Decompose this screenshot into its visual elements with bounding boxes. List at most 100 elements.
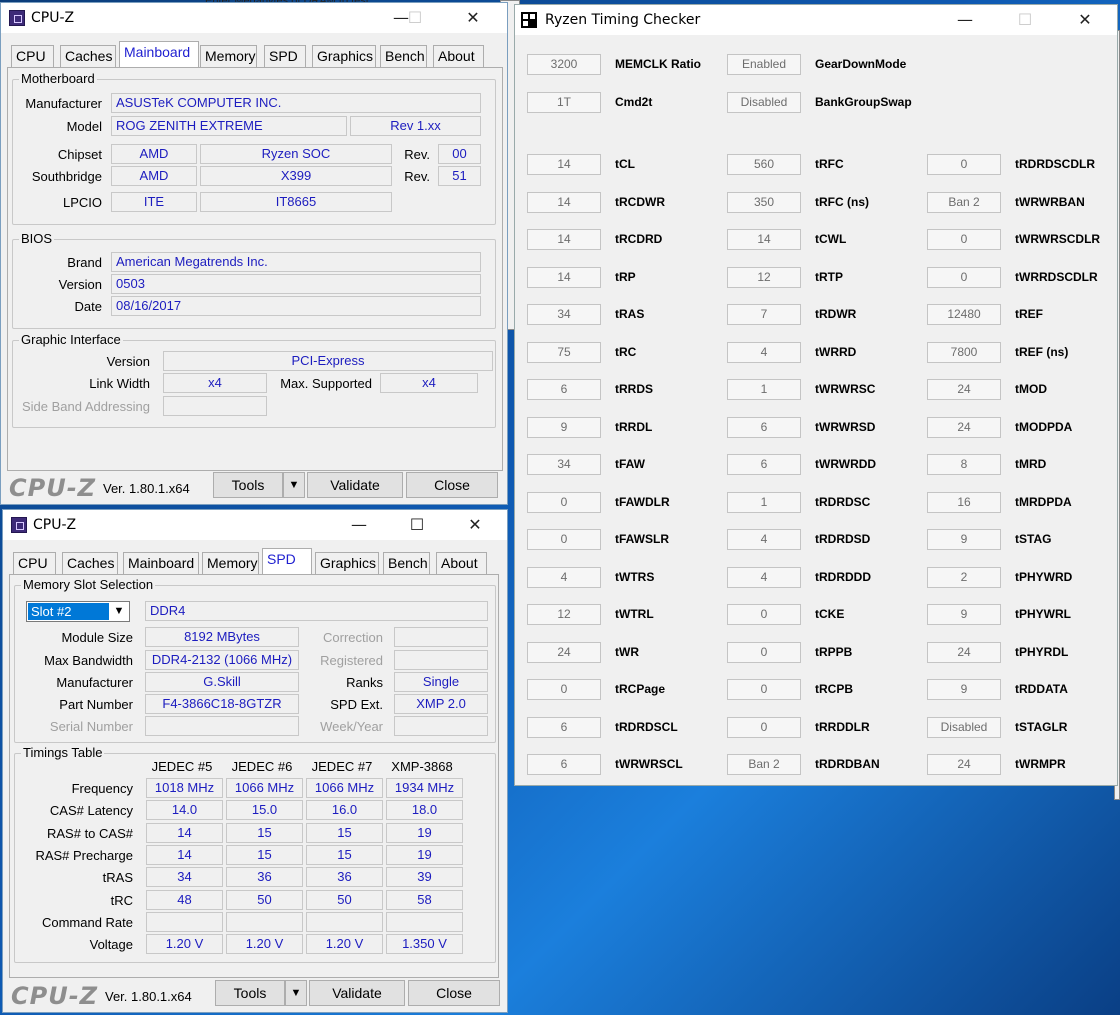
southbridge-rev-value: 51 bbox=[438, 166, 481, 186]
timing-value-box: 14 bbox=[527, 191, 601, 213]
ranks-label: Ranks bbox=[346, 675, 383, 690]
cpuz-window-spd: CPU-Z — ☐ ✕ CPU Caches Mainboard Memory … bbox=[2, 509, 508, 1013]
maximize-icon[interactable]: ☐ bbox=[1005, 9, 1045, 31]
chipset-rev-value: 00 bbox=[438, 144, 481, 164]
timing-value-box: 560 bbox=[727, 154, 801, 175]
timing-label: MEMCLK Ratio bbox=[615, 57, 701, 71]
manufacturer-label: Manufacturer bbox=[56, 675, 133, 690]
timing-value-box: 6 bbox=[527, 716, 601, 738]
tab-caches[interactable]: Caches bbox=[60, 45, 116, 67]
timing-label: tRDWR bbox=[815, 307, 857, 321]
timings-cell bbox=[146, 911, 223, 932]
title-bar[interactable]: Ryzen Timing Checker — ☐ ✕ bbox=[515, 5, 1117, 35]
tools-dropdown-arrow-icon[interactable]: ▼ bbox=[285, 980, 307, 1006]
timings-cell: 15 bbox=[226, 844, 303, 865]
module-size-label: Module Size bbox=[61, 630, 133, 645]
tab-memory[interactable]: Memory bbox=[200, 45, 257, 67]
timing-value-box: 4 bbox=[727, 341, 801, 363]
correction-label: Correction bbox=[323, 630, 383, 645]
close-button[interactable]: Close bbox=[406, 472, 498, 498]
timing-value-box: 7 bbox=[727, 304, 801, 325]
tab-spd[interactable]: SPD bbox=[264, 45, 306, 67]
max-supported-value: x4 bbox=[380, 373, 478, 393]
timings-column-header: XMP-3868 bbox=[391, 759, 453, 774]
timings-table-group-label: Timings Table bbox=[21, 745, 105, 760]
module-size-value: 8192 MBytes bbox=[145, 627, 299, 647]
timing-value-box: 0 bbox=[527, 529, 601, 550]
tab-caches[interactable]: Caches bbox=[62, 552, 118, 574]
title-bar[interactable]: CPU-Z — ☐ ✕ bbox=[1, 3, 507, 33]
timing-label: tWRRDSCDLR bbox=[1015, 269, 1098, 284]
bios-brand-label: Brand bbox=[67, 255, 102, 270]
validate-button[interactable]: Validate bbox=[307, 472, 403, 498]
timings-row-label: CAS# Latency bbox=[49, 803, 133, 819]
graphic-interface-group-label: Graphic Interface bbox=[19, 332, 123, 347]
close-icon[interactable]: ✕ bbox=[1065, 9, 1105, 31]
timing-value-box: 2 bbox=[927, 566, 1001, 588]
tab-cpu[interactable]: CPU bbox=[13, 552, 56, 574]
link-width-value: x4 bbox=[163, 373, 267, 393]
close-icon[interactable]: ✕ bbox=[455, 514, 495, 536]
tab-spd[interactable]: SPD bbox=[262, 548, 312, 576]
tab-about[interactable]: About bbox=[433, 45, 484, 67]
timing-value-box: 34 bbox=[527, 454, 601, 475]
tab-cpu[interactable]: CPU bbox=[11, 45, 54, 67]
timings-cell: 18.0 bbox=[386, 800, 463, 821]
timing-label: tMODPDA bbox=[1015, 419, 1073, 434]
timing-label: tWRWRDD bbox=[815, 457, 877, 471]
minimize-icon[interactable]: — bbox=[945, 9, 985, 31]
timings-cell bbox=[306, 911, 383, 932]
maximize-icon[interactable]: ☐ bbox=[397, 514, 437, 536]
close-button[interactable]: Close bbox=[408, 980, 500, 1006]
correction-value bbox=[394, 627, 488, 647]
spd-ext-label: SPD Ext. bbox=[330, 697, 383, 712]
maximize-icon[interactable]: ☐ bbox=[395, 7, 435, 29]
validate-button[interactable]: Validate bbox=[309, 980, 405, 1006]
tab-memory[interactable]: Memory bbox=[202, 552, 259, 574]
gi-version-value: PCI-Express bbox=[163, 351, 493, 371]
minimize-icon[interactable]: — bbox=[339, 514, 379, 536]
timings-row-label: tRAS bbox=[102, 870, 133, 886]
tab-bench[interactable]: Bench bbox=[380, 45, 427, 67]
timing-label: tREF bbox=[1015, 307, 1043, 321]
timing-value-box: 0 bbox=[927, 154, 1001, 175]
timing-label: tPHYWRD bbox=[1015, 569, 1073, 584]
tab-mainboard[interactable]: Mainboard bbox=[123, 552, 199, 574]
timings-cell: 1.350 V bbox=[386, 934, 463, 955]
timing-value-box: 12 bbox=[727, 266, 801, 288]
tab-bench[interactable]: Bench bbox=[383, 552, 430, 574]
timing-label: tREF (ns) bbox=[1015, 344, 1069, 359]
timings-cell: 1.20 V bbox=[146, 934, 223, 955]
timing-label: tWRMPR bbox=[1015, 757, 1066, 771]
tab-about[interactable]: About bbox=[436, 552, 487, 574]
timings-cell: 15 bbox=[306, 822, 383, 843]
timings-row-label: Frequency bbox=[71, 781, 133, 796]
cpuz-window-mainboard: CPU-Z — ☐ ✕ CPU Caches Mainboard Memory … bbox=[0, 2, 508, 505]
timings-cell: 19 bbox=[386, 844, 463, 865]
timing-value-box: 3200 bbox=[527, 54, 601, 75]
tools-button[interactable]: Tools bbox=[213, 472, 283, 498]
bios-date-value: 08/16/2017 bbox=[111, 296, 481, 316]
timing-label: tWRWRSC bbox=[815, 382, 876, 396]
timing-value-box: 9 bbox=[927, 679, 1001, 700]
side-band-label: Side Band Addressing bbox=[22, 399, 150, 414]
tab-graphics[interactable]: Graphics bbox=[315, 552, 379, 574]
title-bar[interactable]: CPU-Z — ☐ ✕ bbox=[3, 510, 507, 540]
timing-label: tRDRDSCL bbox=[615, 719, 678, 734]
slot-select[interactable]: Slot #2 ▼ bbox=[26, 601, 130, 622]
manufacturer-label: Manufacturer bbox=[25, 96, 102, 111]
tab-mainboard[interactable]: Mainboard bbox=[119, 41, 199, 69]
close-icon[interactable]: ✕ bbox=[453, 7, 493, 29]
timing-value-box: Enabled bbox=[727, 54, 801, 75]
timing-value-box: 12480 bbox=[927, 304, 1001, 325]
timing-value-box: 24 bbox=[927, 641, 1001, 663]
tab-graphics[interactable]: Graphics bbox=[312, 45, 376, 67]
timings-cell: 36 bbox=[306, 867, 383, 888]
timings-cell: 1066 MHz bbox=[306, 778, 383, 798]
model-value: ROG ZENITH EXTREME bbox=[111, 116, 347, 136]
registered-value bbox=[394, 650, 488, 670]
timing-label: tRDRDSCDLR bbox=[1015, 157, 1095, 171]
timing-value-box: 6 bbox=[527, 754, 601, 775]
tools-dropdown-arrow-icon[interactable]: ▼ bbox=[283, 472, 305, 498]
tools-button[interactable]: Tools bbox=[215, 980, 285, 1006]
